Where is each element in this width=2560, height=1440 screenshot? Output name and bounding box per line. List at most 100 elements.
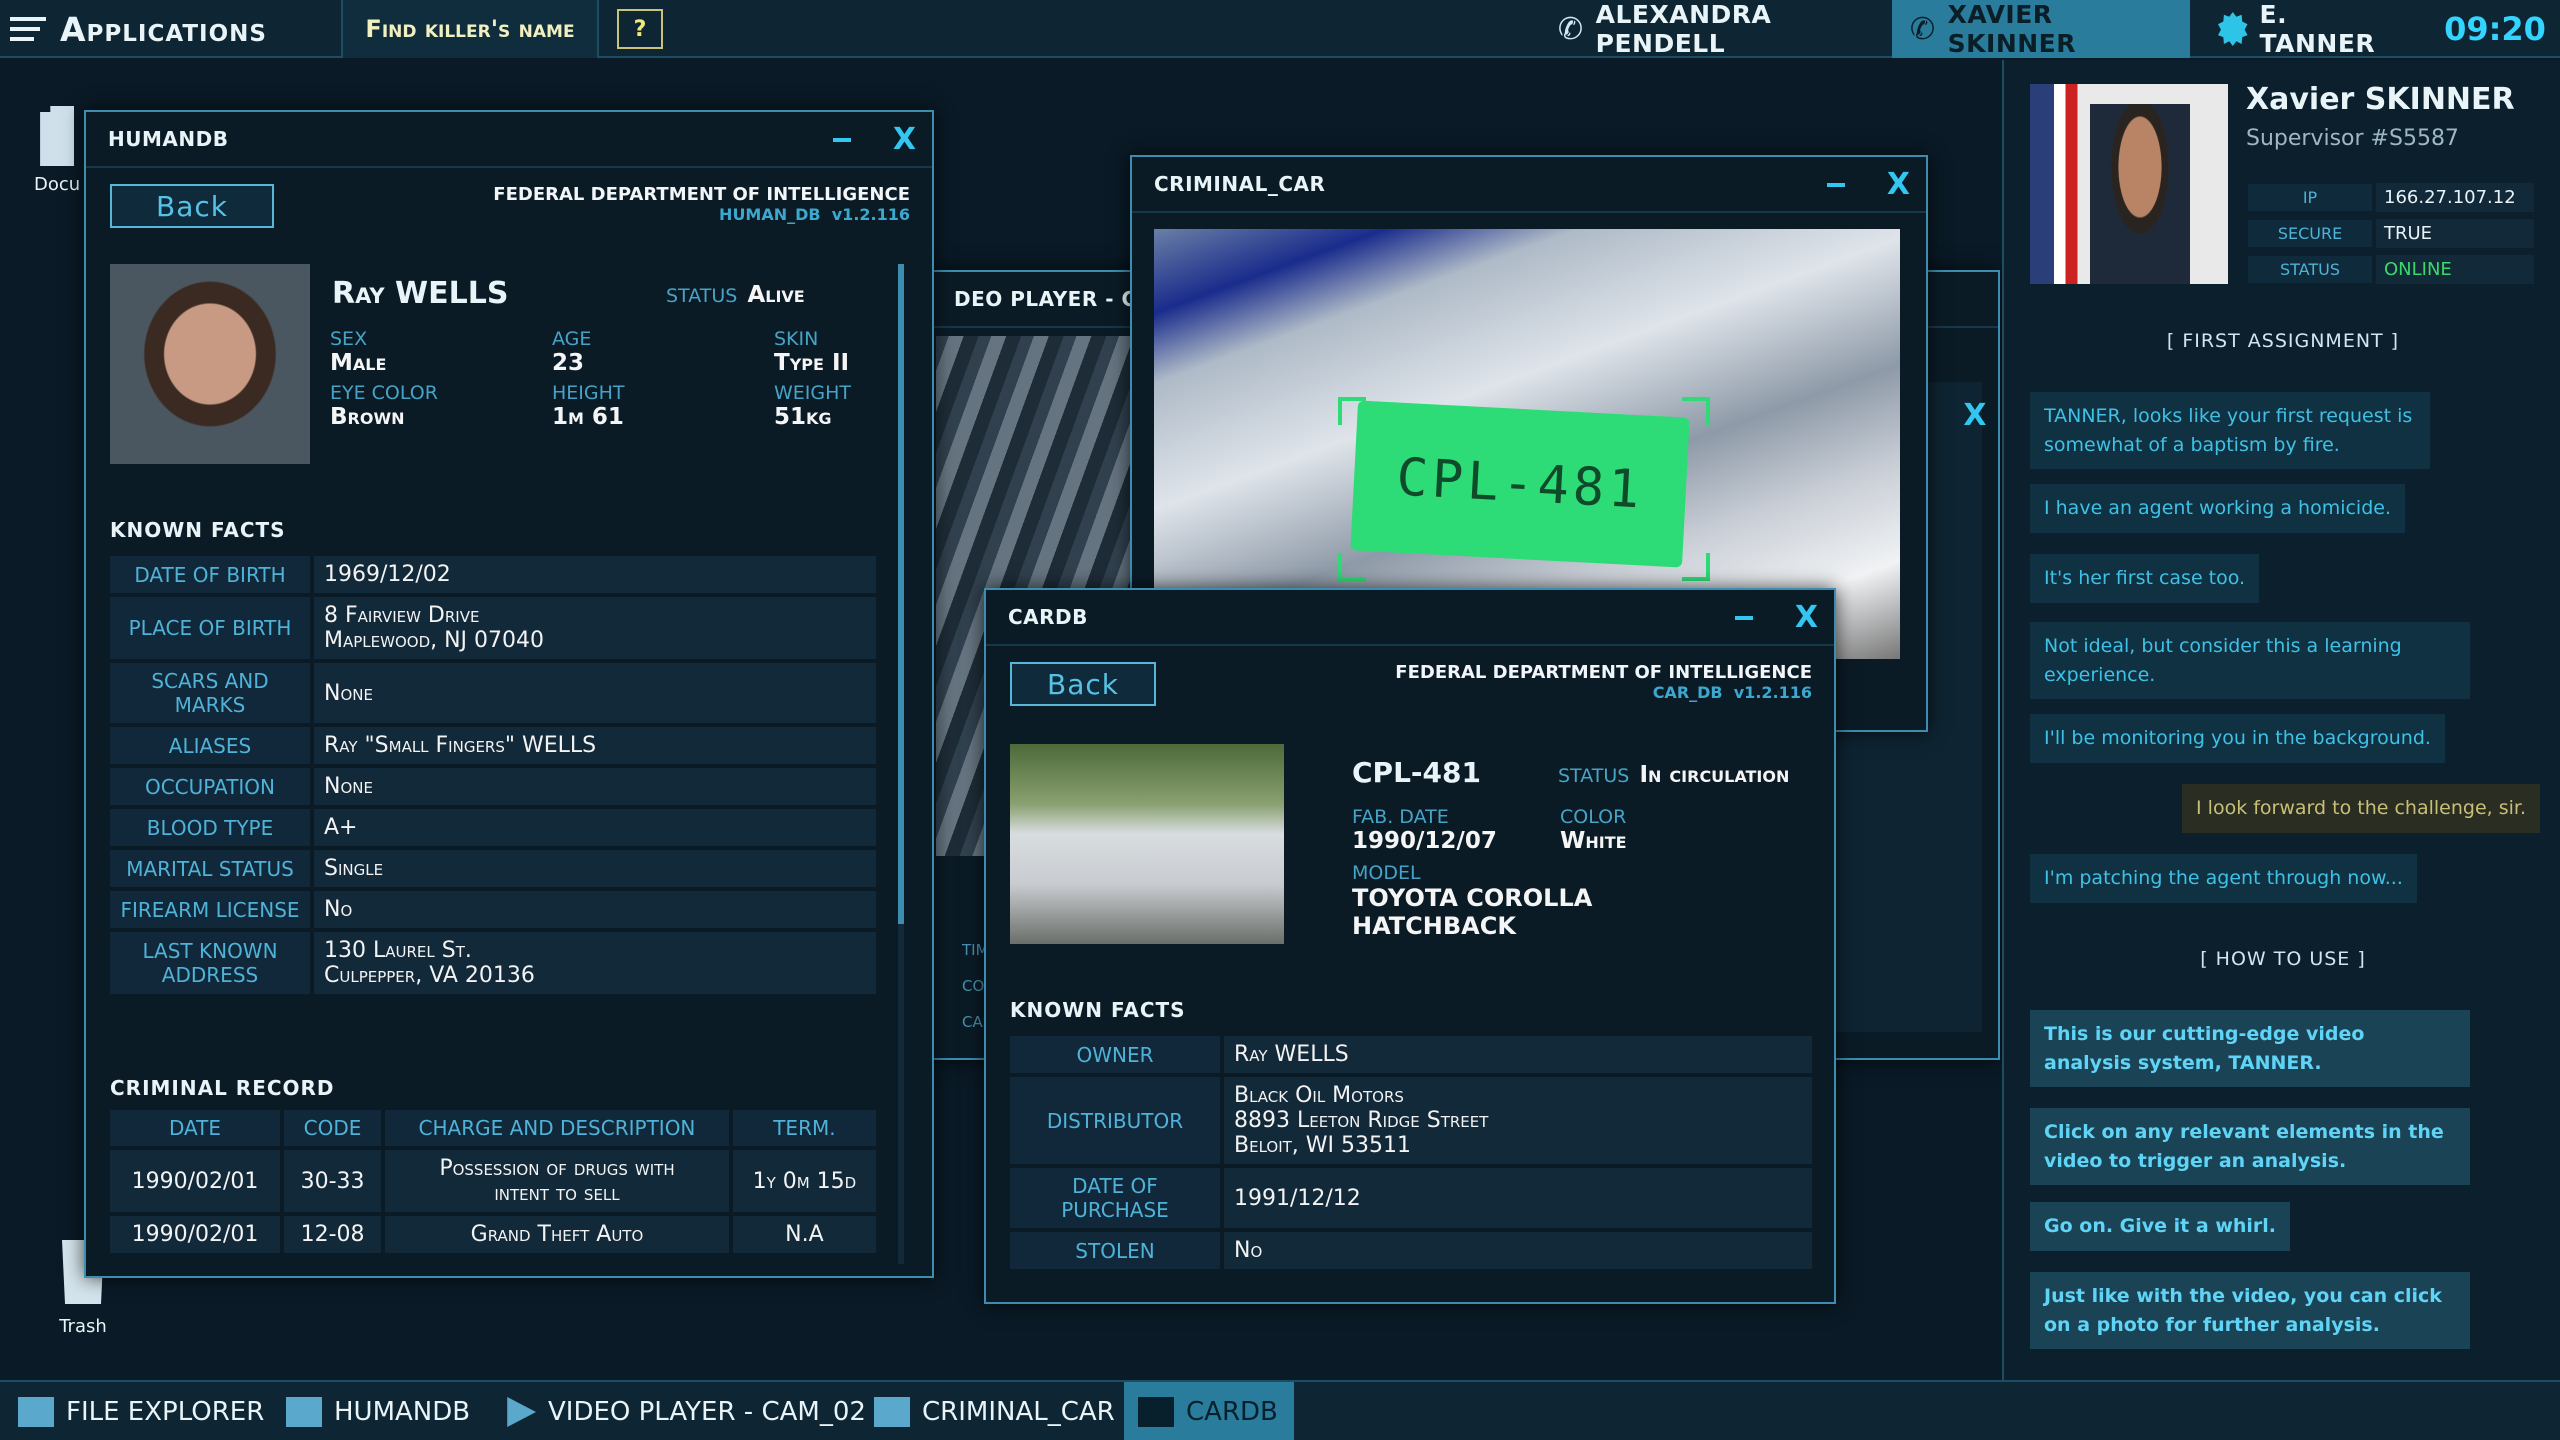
- height-label: HEIGHT: [552, 382, 625, 404]
- age-value: 23: [552, 350, 585, 376]
- record-header: CHARGE AND DESCRIPTION: [385, 1110, 729, 1146]
- fact-value-line: 8893 Leeton Ridge Street: [1234, 1108, 1489, 1133]
- fab-date-value: 1990/12/07: [1352, 828, 1497, 854]
- fab-date-label: FAB. DATE: [1352, 806, 1449, 828]
- minimize-button[interactable]: [1826, 182, 1845, 187]
- fact-value: No: [314, 891, 876, 928]
- close-button[interactable]: X: [1795, 600, 1818, 635]
- fact-label: OCCUPATION: [110, 768, 310, 805]
- record-term-text: N.A: [785, 1222, 824, 1247]
- skin-label: SKIN: [774, 328, 819, 350]
- close-icon[interactable]: X: [1950, 390, 2000, 440]
- color-label: COLOR: [1560, 806, 1627, 828]
- supervisor-role: Supervisor #S5587: [2246, 126, 2459, 151]
- fact-label: DATE OF BIRTH: [110, 556, 310, 593]
- fact-row: STOLEN No: [1010, 1232, 1812, 1269]
- verified-badge-icon: [2218, 12, 2248, 46]
- fact-label: PLACE OF BIRTH: [110, 597, 310, 659]
- fact-value-line: Black Oil Motors: [1234, 1083, 1404, 1108]
- suspect-photo[interactable]: [110, 264, 310, 464]
- record-charge-text: intent to sell: [494, 1181, 620, 1206]
- chat-message: TANNER, looks like your first request is…: [2030, 392, 2430, 469]
- secure-label: SECURE: [2248, 219, 2372, 247]
- window-title: CRIMINAL_CAR: [1132, 157, 1926, 213]
- car-attributes: FAB. DATE 1990/12/07 COLOR White MODEL TOYO…: [1352, 806, 1772, 940]
- height-value: 1m 61: [552, 404, 624, 430]
- department-header: FEDERAL DEPARTMENT OF INTELLIGENCE HUMAN…: [493, 184, 910, 224]
- desktop-icon-label: Docu: [34, 174, 81, 195]
- fact-value-line: A+: [324, 815, 358, 840]
- humandb-window[interactable]: HUMANDB X Back FEDERAL DEPARTMENT OF INT…: [84, 110, 934, 1278]
- fact-value: 1991/12/12: [1224, 1168, 1812, 1228]
- contact-alexandra-pendell[interactable]: ✆ ALEXANDRA PENDELL: [1540, 0, 1880, 58]
- secure-value: TRUE: [2376, 218, 2534, 248]
- record-date: 1990/02/01: [110, 1216, 280, 1253]
- skin-value: Type II: [774, 350, 850, 376]
- focus-corner: [1682, 553, 1710, 581]
- taskbar: FILE EXPLORER HUMANDB VIDEO PLAYER - CAM…: [0, 1380, 2560, 1440]
- window-title: CARDB: [986, 590, 1834, 646]
- fact-row: DISTRIBUTOR Black Oil Motors 8893 Leeton R…: [1010, 1077, 1812, 1164]
- record-charge: Possession of drugs with intent to sell: [385, 1150, 729, 1212]
- fact-label: OWNER: [1010, 1036, 1220, 1073]
- minimize-button[interactable]: [832, 137, 851, 142]
- cardb-window[interactable]: CARDB X Back FEDERAL DEPARTMENT OF INTEL…: [984, 588, 1836, 1304]
- help-button[interactable]: ?: [615, 0, 665, 58]
- fact-row: OWNER Ray WELLS: [1010, 1036, 1812, 1073]
- age-label: AGE: [552, 328, 592, 350]
- supervisor-photo[interactable]: [2030, 84, 2228, 284]
- close-button[interactable]: X: [893, 122, 916, 157]
- secure-row: SECURE TRUE: [2248, 218, 2534, 248]
- image-icon: [874, 1397, 910, 1427]
- fact-value: Single: [314, 850, 876, 887]
- desktop-documents-icon[interactable]: Docu: [34, 106, 80, 195]
- chat-message: I'm patching the agent through now...: [2030, 854, 2417, 903]
- fact-row: LAST KNOWN ADDRESS 130 Laurel St. Culpeppe…: [110, 932, 876, 994]
- user-e-tanner[interactable]: E. TANNER: [2200, 0, 2410, 58]
- fact-value: 1969/12/02: [314, 556, 876, 593]
- record-code: 30-33: [283, 1150, 382, 1212]
- first-assignment-heading: [ FIRST ASSIGNMENT ]: [2166, 330, 2400, 352]
- phone-icon: ✆: [1558, 11, 1584, 47]
- status-row: STATUS ONLINE: [2248, 254, 2534, 284]
- close-button[interactable]: X: [1887, 167, 1910, 202]
- ip-label: IP: [2248, 183, 2372, 211]
- fact-label: FIREARM LICENSE: [110, 891, 310, 928]
- department-name: FEDERAL DEPARTMENT OF INTELLIGENCE: [1395, 662, 1812, 683]
- applications-menu[interactable]: Applications: [10, 0, 340, 58]
- scrollbar-track[interactable]: [898, 264, 904, 1264]
- status-field: STATUS Alive: [666, 282, 805, 308]
- minimize-button[interactable]: [1734, 615, 1753, 620]
- fact-value: No: [1224, 1232, 1812, 1269]
- taskbar-humandb[interactable]: HUMANDB: [272, 1382, 484, 1440]
- back-button[interactable]: Back: [110, 184, 274, 228]
- taskbar-file-explorer[interactable]: FILE EXPLORER: [4, 1382, 278, 1440]
- car-status-field: STATUS In circulation: [1558, 762, 1789, 788]
- weight-value: 51kg: [774, 404, 832, 430]
- model-value: TOYOTA COROLLA HATCHBACK: [1352, 884, 1593, 940]
- car-facts-table: OWNER Ray WELLS DISTRIBUTOR Black Oil Motor…: [1006, 1032, 1816, 1273]
- fact-value-line: 130 Laurel St.: [324, 938, 472, 963]
- fact-value-line: Ray "Small Fingers" WELLS: [324, 733, 597, 758]
- car-photo[interactable]: [1010, 744, 1284, 944]
- focus-corner: [1682, 397, 1710, 425]
- contact-xavier-skinner[interactable]: ✆ XAVIER SKINNER: [1892, 0, 2190, 58]
- record-term: N.A: [732, 1216, 876, 1253]
- top-bar: Applications Find killer's name ? ✆ ALEX…: [0, 0, 2560, 58]
- chat-message: Just like with the video, you can click …: [2030, 1272, 2470, 1349]
- license-plate[interactable]: CPL-481: [1350, 400, 1690, 568]
- status-value: In circulation: [1639, 762, 1790, 788]
- fact-row: OCCUPATION None: [110, 768, 876, 805]
- taskbar-video-player[interactable]: VIDEO PLAYER - CAM_02: [486, 1382, 880, 1440]
- known-facts-heading: KNOWN FACTS: [1010, 998, 1186, 1022]
- desktop-icon-label: Trash: [59, 1316, 107, 1337]
- fact-row: SCARS AND MARKS None: [110, 663, 876, 723]
- person-name: Ray WELLS: [332, 276, 508, 311]
- scrollbar-thumb[interactable]: [898, 264, 904, 924]
- taskbar-cardb[interactable]: CARDB: [1124, 1382, 1294, 1440]
- fact-label: STOLEN: [1010, 1232, 1220, 1269]
- taskbar-criminal-car[interactable]: CRIMINAL_CAR: [860, 1382, 1129, 1440]
- last-name: WELLS: [395, 276, 509, 311]
- back-button[interactable]: Back: [1010, 662, 1156, 706]
- record-row: 1990/02/01 12-08 Grand Theft Auto N.A: [110, 1216, 876, 1253]
